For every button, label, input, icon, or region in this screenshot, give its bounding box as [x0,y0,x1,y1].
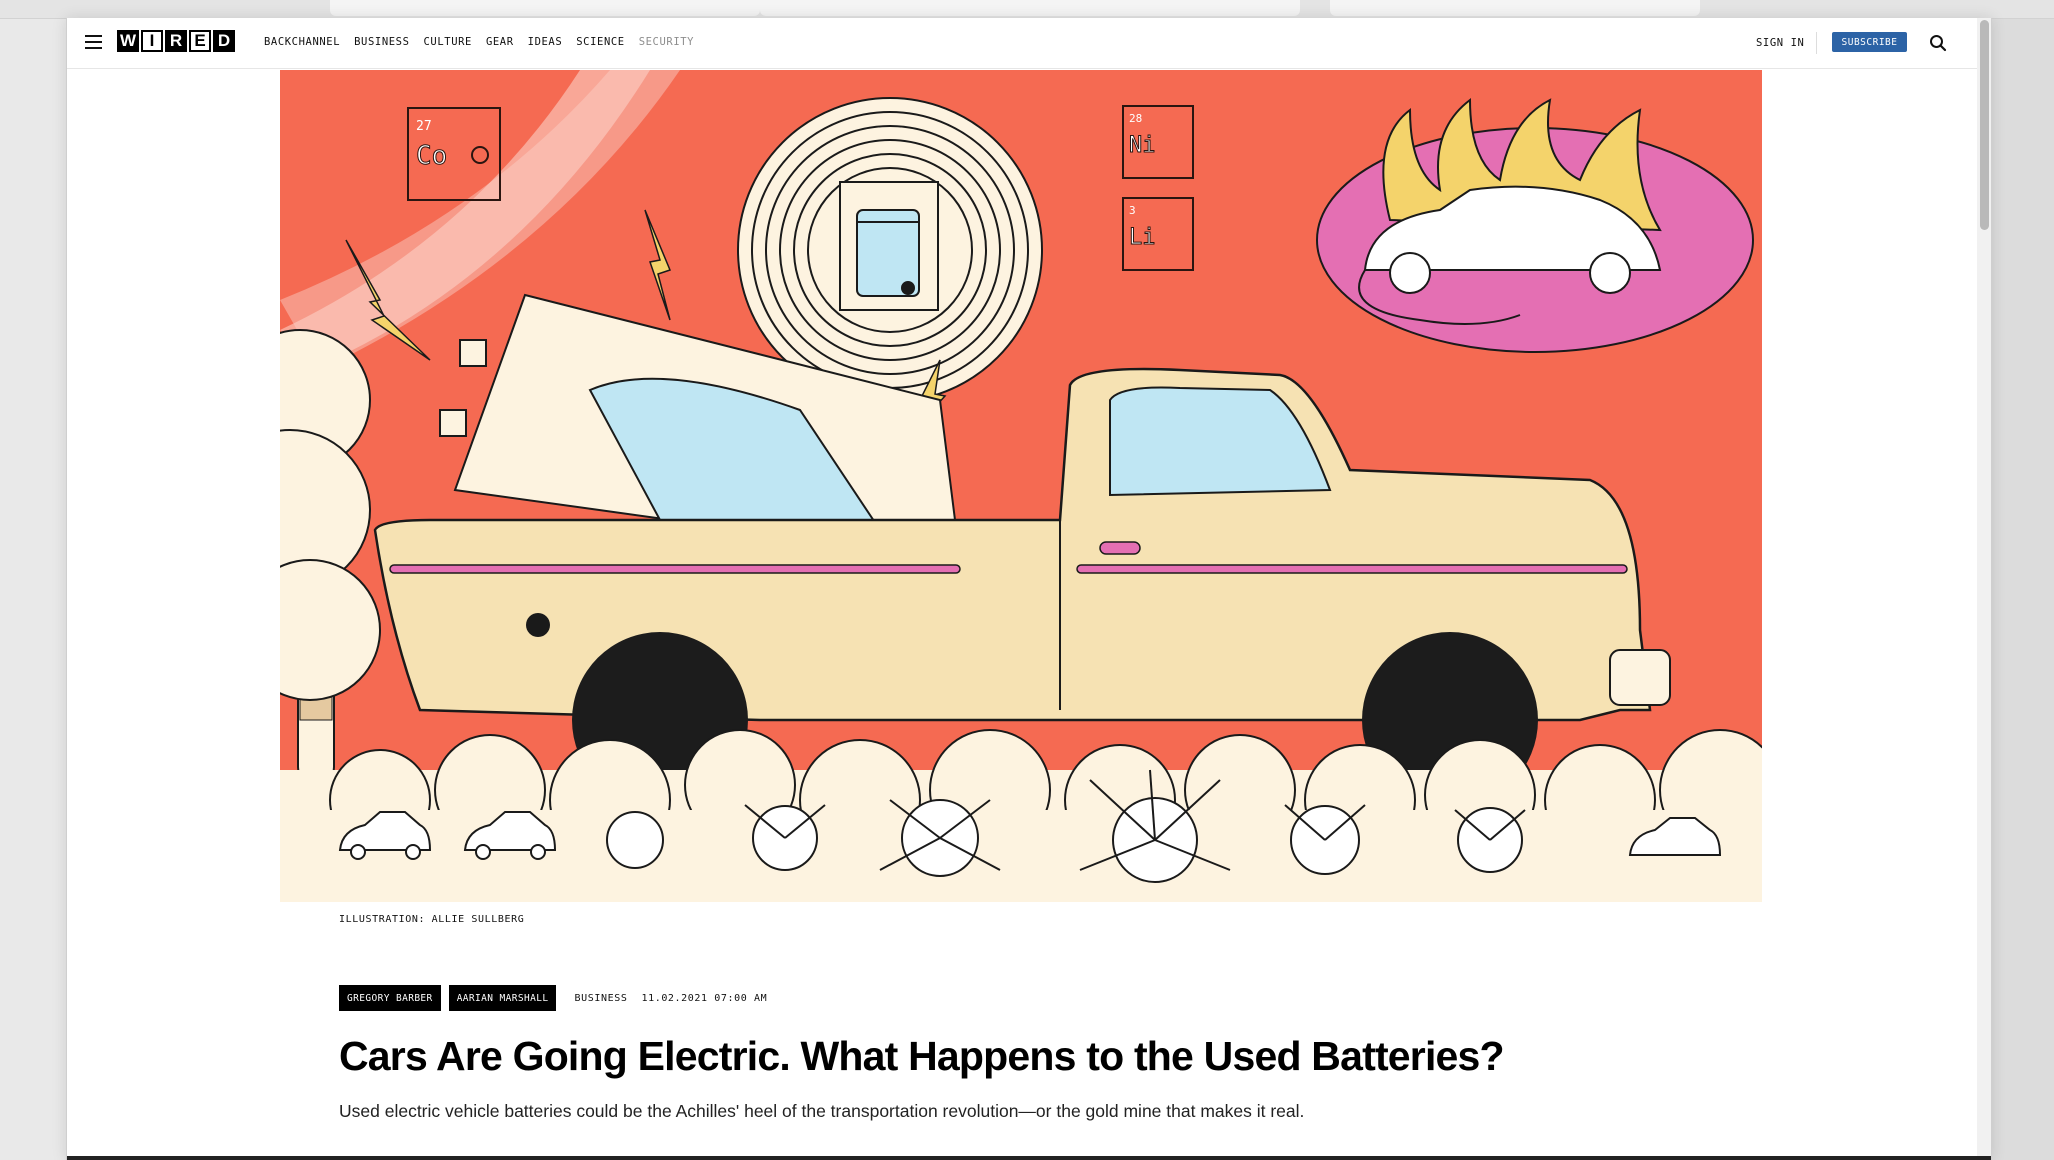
site-header: W I R E D BACKCHANNEL BUSINESS CULTURE G… [67,18,1977,69]
desktop-right [1990,0,2054,1160]
main-nav: BACKCHANNEL BUSINESS CULTURE GEAR IDEAS … [264,36,708,48]
nickel-symbol: Ni [1129,133,1156,158]
nav-science[interactable]: SCIENCE [576,36,624,48]
logo-letter: D [213,30,235,52]
section-link[interactable]: BUSINESS [574,993,627,1004]
logo-letter: I [141,30,163,52]
hamburger-menu-icon[interactable] [85,35,102,49]
nickel-element-box: 28 Ni [1122,105,1194,179]
illustration-credit: ILLUSTRATION: ALLIE SULLBERG [339,914,525,925]
browser-tab[interactable] [330,0,760,16]
article-dek: Used electric vehicle batteries could be… [339,1101,1305,1121]
author-tag[interactable]: AARIAN MARSHALL [448,985,557,1011]
nav-backchannel[interactable]: BACKCHANNEL [264,36,340,48]
logo-letter: E [189,30,211,52]
author-tag[interactable]: GREGORY BARBER [339,985,441,1011]
wired-logo[interactable]: W I R E D [117,30,237,52]
burning-car-bubble [1316,97,1754,353]
article-meta: GREGORY BARBER AARIAN MARSHALL BUSINESS … [339,985,767,1011]
browser-toolbar [0,0,2054,19]
nav-culture[interactable]: CULTURE [424,36,472,48]
cobalt-symbol: Co [416,141,447,171]
scrollbar-thumb[interactable] [1980,20,1989,230]
search-icon[interactable] [1929,34,1947,52]
lithium-symbol: Li [1129,225,1156,250]
article-headline: Cars Are Going Electric. What Happens to… [339,1033,1505,1079]
illustration-art: 27 Co 28 Ni 3 Li [280,70,1762,902]
scrollbar[interactable] [1977,18,1991,1160]
cobalt-number: 27 [416,119,432,134]
bottom-rule [67,1156,1991,1160]
recycle-bin-target [737,97,1043,403]
address-bar[interactable] [760,0,1300,16]
lithium-number: 3 [1129,204,1136,217]
nav-business[interactable]: BUSINESS [354,36,409,48]
logo-letter: W [117,30,139,52]
publish-date: 11.02.2021 07:00 AM [641,992,768,1004]
nav-ideas[interactable]: IDEAS [528,36,563,48]
nickel-number: 28 [1129,112,1142,125]
subscribe-button[interactable]: SUBSCRIBE [1832,32,1907,52]
nav-gear[interactable]: GEAR [486,36,514,48]
header-divider [1816,32,1817,54]
nav-security[interactable]: SECURITY [639,36,694,48]
logo-letter: R [165,30,187,52]
lithium-element-box: 3 Li [1122,197,1194,271]
browser-window: W I R E D BACKCHANNEL BUSINESS CULTURE G… [66,18,1992,1160]
desktop-left [0,0,66,1160]
hero-illustration: 27 Co 28 Ni 3 Li [280,70,1762,902]
sign-in-link[interactable]: SIGN IN [1756,37,1804,49]
browser-tab[interactable] [1330,0,1700,16]
